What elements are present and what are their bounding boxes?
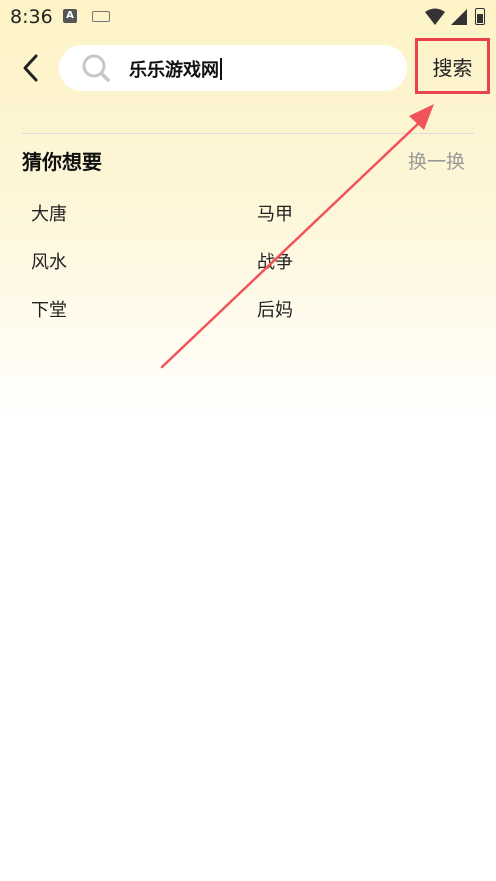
refresh-suggestions-button[interactable]: 换一换: [408, 147, 465, 174]
signal-icon: [451, 9, 467, 25]
search-query-text: 乐乐游戏网: [129, 60, 219, 81]
status-bar: 8:36 A: [0, 0, 496, 34]
suggestion-item[interactable]: 大唐: [31, 200, 67, 226]
search-button-label: 搜索: [432, 55, 473, 80]
search-icon: [82, 54, 110, 82]
suggestion-item[interactable]: 后妈: [257, 296, 293, 322]
search-input[interactable]: 乐乐游戏网: [129, 56, 222, 82]
keyboard-icon: [92, 11, 110, 22]
status-time: 8:36: [10, 6, 53, 28]
wifi-icon: [425, 8, 445, 25]
suggestion-item[interactable]: 下堂: [31, 296, 67, 322]
suggestion-item[interactable]: 马甲: [257, 200, 293, 226]
suggestion-item[interactable]: 风水: [31, 248, 67, 274]
text-caret: [220, 58, 222, 80]
suggestion-item[interactable]: 战争: [257, 248, 293, 274]
search-button[interactable]: 搜索: [415, 38, 490, 94]
notification-a-icon: A: [63, 9, 77, 23]
back-button[interactable]: [14, 50, 48, 86]
search-box[interactable]: 乐乐游戏网: [59, 45, 407, 91]
divider: [22, 133, 474, 134]
battery-icon: [475, 8, 485, 25]
suggestions-title: 猜你想要: [22, 150, 102, 174]
chevron-left-icon: [23, 54, 38, 82]
